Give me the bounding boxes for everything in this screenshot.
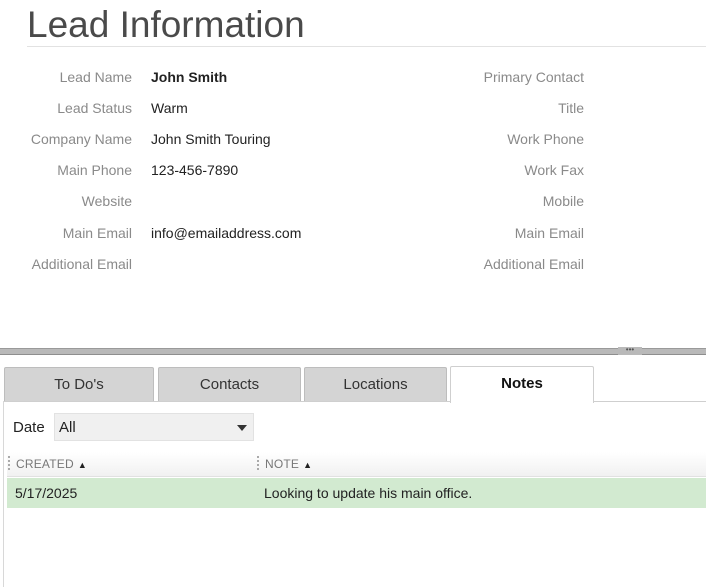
column-header-created-label: CREATED: [16, 457, 74, 471]
page-title: Lead Information: [27, 4, 305, 45]
column-header-note-label: NOTE: [265, 457, 300, 471]
cell-created: 5/17/2025: [15, 485, 78, 501]
tab-baseline: [3, 401, 706, 402]
date-filter-value: All: [59, 419, 76, 436]
contact-additional-email-label: Additional Email: [483, 256, 584, 272]
table-row[interactable]: 5/17/2025 Looking to update his main off…: [7, 478, 706, 508]
column-header-created[interactable]: CREATED ▲: [16, 457, 87, 471]
tab-contacts[interactable]: Contacts: [158, 367, 301, 401]
work-fax-label: Work Fax: [524, 162, 584, 178]
tab-todos[interactable]: To Do's: [4, 367, 154, 401]
chevron-down-icon: [237, 425, 247, 431]
panel-splitter[interactable]: [0, 348, 706, 355]
column-header-note[interactable]: NOTE ▲: [265, 457, 312, 471]
notes-grid-header: CREATED ▲ NOTE ▲: [7, 452, 706, 477]
tab-locations[interactable]: Locations: [304, 367, 447, 401]
panel-border: [3, 401, 4, 587]
primary-contact-label: Primary Contact: [483, 69, 584, 85]
date-filter-select[interactable]: All: [54, 413, 254, 441]
title-divider: [27, 46, 706, 47]
tab-notes[interactable]: Notes: [450, 366, 594, 403]
sort-ascending-icon: ▲: [303, 460, 313, 470]
column-resize-handle[interactable]: [257, 456, 259, 472]
splitter-grip-icon[interactable]: •••: [618, 346, 642, 355]
cell-note: Looking to update his main office.: [264, 485, 473, 501]
sort-ascending-icon: ▲: [77, 460, 87, 470]
column-resize-handle[interactable]: [8, 456, 10, 472]
work-phone-label: Work Phone: [507, 131, 584, 147]
contact-main-email-label: Main Email: [514, 225, 584, 241]
mobile-label: Mobile: [542, 193, 584, 209]
date-filter-label: Date: [13, 419, 45, 436]
title-label: Title: [558, 100, 584, 116]
